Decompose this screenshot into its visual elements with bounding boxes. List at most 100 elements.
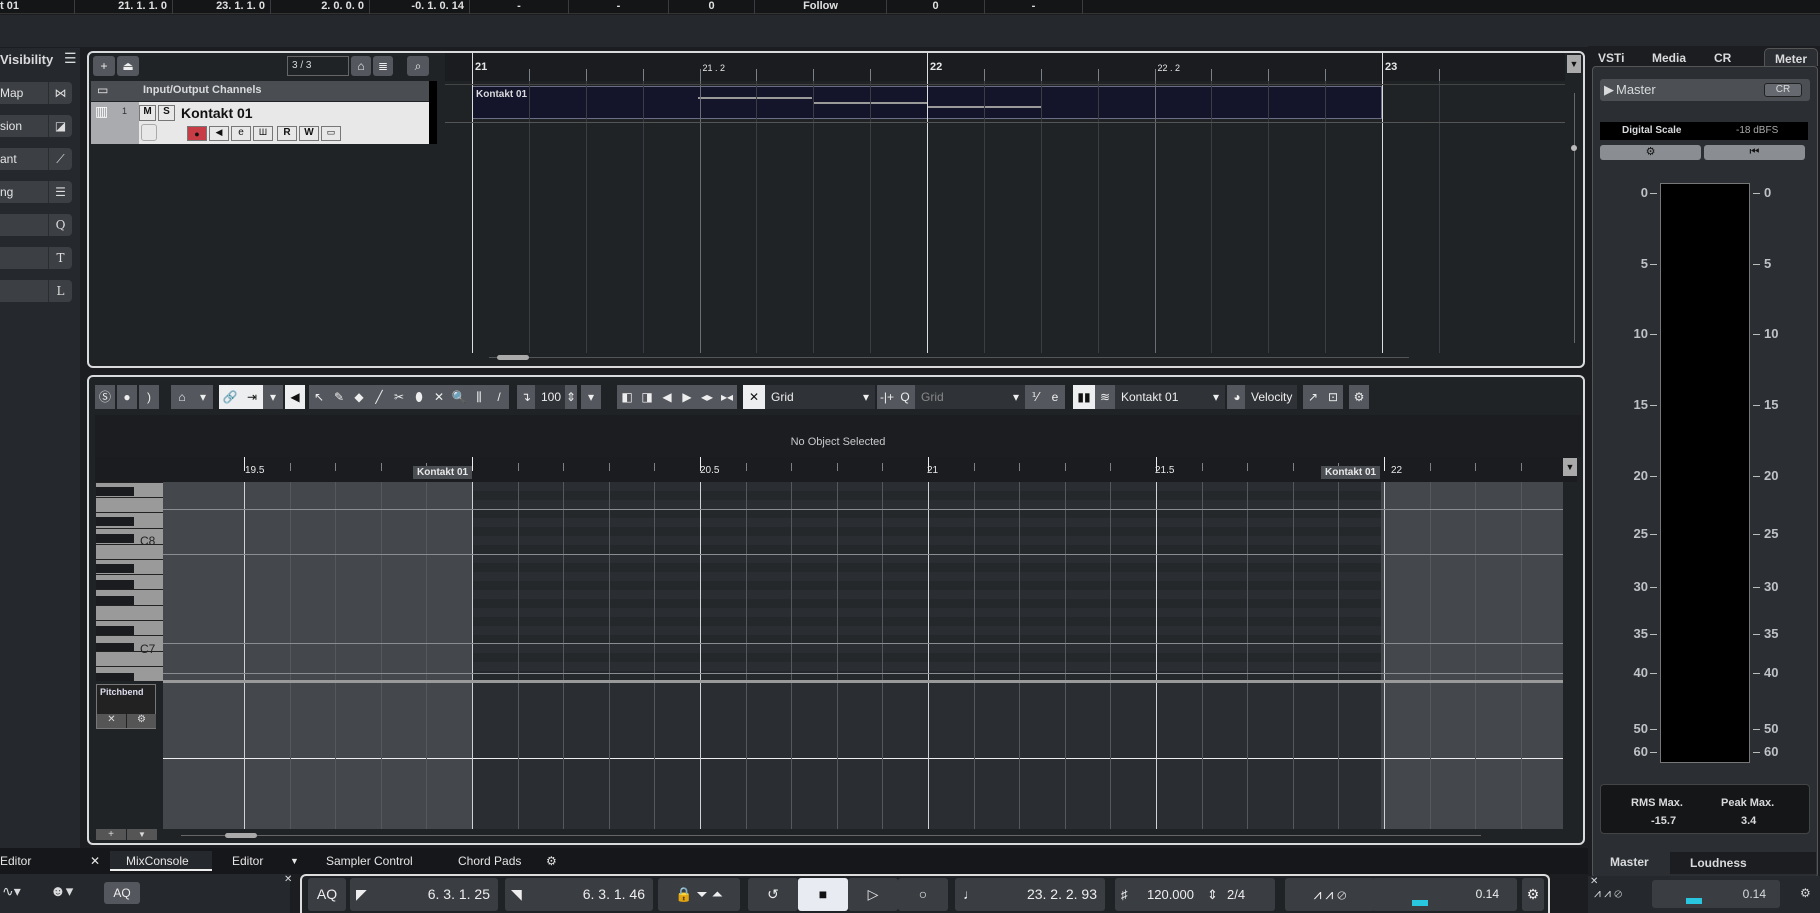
- play-button[interactable]: ▷: [848, 878, 898, 911]
- speaker-icon[interactable]: ◀: [285, 385, 305, 409]
- stepper-icon[interactable]: ⇕: [565, 385, 577, 409]
- black-key[interactable]: [96, 596, 134, 605]
- draw-icon[interactable]: /: [489, 385, 509, 409]
- close-icon[interactable]: ✕: [90, 851, 100, 871]
- velocity-value[interactable]: 100: [535, 385, 565, 409]
- master-selector[interactable]: ▶ Master CR: [1600, 79, 1810, 101]
- record-enable-button[interactable]: ●: [187, 126, 207, 141]
- trim-icon[interactable]: ⫼: [469, 385, 489, 409]
- tab-media[interactable]: Media: [1652, 51, 1686, 65]
- tempo-display[interactable]: ♯ 120.000 ⇕ 2/4: [1115, 878, 1275, 911]
- velocity-icon[interactable]: ↴: [517, 385, 535, 409]
- read-automation-button[interactable]: R: [277, 126, 297, 141]
- part-start-label[interactable]: Kontakt 01: [413, 466, 473, 479]
- controller-select[interactable]: Velocity: [1245, 385, 1297, 409]
- reset-meter-button[interactable]: ⏮: [1704, 145, 1805, 160]
- scissors-icon[interactable]: ✂: [389, 385, 409, 409]
- close-icon[interactable]: ✕: [284, 874, 292, 885]
- visibility-item[interactable]: ng ☰: [0, 181, 72, 203]
- grow-icon[interactable]: ▸◂: [717, 385, 737, 409]
- metronome-buttons[interactable]: ⩘ ⩘ ⊘: [1285, 878, 1375, 911]
- palette-icon[interactable]: ☻▾: [50, 882, 73, 900]
- mute-icon[interactable]: ✕: [429, 385, 449, 409]
- q-letter-icon[interactable]: Q: [48, 214, 72, 236]
- punch-buttons[interactable]: 🔒 ⏷ ⏶: [658, 878, 740, 911]
- t-letter-icon[interactable]: T: [48, 247, 72, 269]
- visibility-item[interactable]: ant ⟋: [0, 148, 72, 170]
- tab-vsti[interactable]: VSTi: [1598, 51, 1624, 65]
- editor-ruler[interactable]: 19.5 20.5 21 21.5 22 Kontakt 01 Kontakt 01: [95, 457, 1577, 482]
- waveform-icon[interactable]: ∿▾: [2, 883, 21, 900]
- instrument-track[interactable]: ▥ 1 M S Kontakt 01 ● ◀ e Ш R W ▭: [91, 102, 436, 144]
- tab-editor-left[interactable]: Editor: [0, 851, 31, 871]
- shrink-icon[interactable]: ◂▸: [697, 385, 717, 409]
- move-left-icon[interactable]: ◀: [657, 385, 677, 409]
- tab-loudness[interactable]: Loudness: [1670, 852, 1816, 874]
- controller-lane-header[interactable]: Pitchbend ✕ ⚙: [96, 684, 156, 729]
- iterative-quantize-icon[interactable]: ⅟: [1025, 385, 1045, 409]
- metronome-icon[interactable]: ⩘ ⩘ ⊘: [1594, 886, 1622, 901]
- vertical-zoom[interactable]: ▼: [1567, 53, 1583, 353]
- acoustic-feedback-button[interactable]: ●: [117, 385, 137, 409]
- chevron-down-icon[interactable]: ▾: [263, 385, 283, 409]
- velocity-lane-icon[interactable]: ◕: [1227, 385, 1247, 409]
- gear-icon[interactable]: ⚙: [1800, 886, 1811, 900]
- lane-selector-icon[interactable]: ✕: [97, 714, 126, 728]
- follow-icon[interactable]: ↗: [1303, 385, 1323, 409]
- record-button[interactable]: ○: [898, 878, 948, 911]
- mute-button[interactable]: M: [139, 105, 156, 121]
- search-icon[interactable]: ⌕: [407, 56, 429, 76]
- layers-icon[interactable]: ≋: [1095, 385, 1115, 409]
- settings-window-icon[interactable]: ⊡: [1323, 385, 1343, 409]
- tab-meter[interactable]: Meter: [1764, 48, 1819, 66]
- nudge-right-icon[interactable]: ◨: [637, 385, 657, 409]
- tab-master[interactable]: Master: [1592, 852, 1670, 872]
- visibility-item[interactable]: Q: [0, 214, 72, 236]
- edit-channel-button[interactable]: e: [231, 126, 251, 141]
- gear-icon[interactable]: ⚙: [546, 851, 557, 871]
- tab-cr[interactable]: CR: [1714, 51, 1731, 65]
- glue-icon[interactable]: ⬮: [409, 385, 429, 409]
- channel-settings-button[interactable]: ▭: [321, 126, 341, 141]
- digital-scale-row[interactable]: Digital Scale -18 dBFS: [1600, 122, 1808, 140]
- snap-spacer[interactable]: -|+: [877, 385, 897, 409]
- visibility-item[interactable]: sion ◪: [0, 115, 72, 137]
- gear-icon[interactable]: ⚙: [127, 714, 156, 728]
- instrument-select[interactable]: Kontakt 01 ▾: [1115, 385, 1225, 409]
- meter-settings-button[interactable]: ⚙: [1600, 145, 1701, 160]
- solo-editor-button[interactable]: Ⓢ: [95, 385, 115, 409]
- quantize-settings-icon[interactable]: e: [1045, 385, 1065, 409]
- controller-lane[interactable]: [163, 683, 1563, 829]
- black-key[interactable]: [96, 534, 134, 543]
- cr-button[interactable]: CR: [1764, 83, 1802, 97]
- solo-button[interactable]: S: [158, 105, 175, 121]
- folder-track[interactable]: ▭ Input/Output Channels: [91, 81, 436, 101]
- right-locator[interactable]: ◥ 6. 3. 1. 46: [505, 878, 653, 911]
- tab-editor[interactable]: Editor: [232, 851, 263, 871]
- chevron-down-icon[interactable]: ▾: [193, 385, 213, 409]
- snap-icon[interactable]: ⇥: [241, 385, 263, 409]
- left-locator[interactable]: ◤ 6. 3. 1. 25: [350, 878, 498, 911]
- bowtie-icon[interactable]: ⋈: [48, 82, 72, 104]
- hamburger-icon[interactable]: ☰: [64, 50, 77, 67]
- black-key[interactable]: [96, 517, 134, 526]
- scroll-thumb[interactable]: [497, 355, 529, 360]
- visibility-item[interactable]: Map ⋈: [0, 82, 72, 104]
- cycle-button[interactable]: ↺: [748, 878, 798, 911]
- horizontal-scrollbar[interactable]: [489, 357, 1409, 358]
- gear-icon[interactable]: ⚙: [1349, 385, 1369, 409]
- list-icon[interactable]: ≣: [373, 56, 393, 76]
- add-track-button[interactable]: +: [93, 56, 115, 76]
- tab-sampler-control[interactable]: Sampler Control: [326, 851, 413, 871]
- zoom-icon[interactable]: 🔍: [449, 385, 469, 409]
- black-key[interactable]: [96, 673, 134, 681]
- home-icon[interactable]: ⌂: [351, 56, 371, 76]
- lane-presets-button[interactable]: ▼: [127, 829, 157, 840]
- tab-chord-pads[interactable]: Chord Pads: [458, 851, 521, 871]
- move-right-icon[interactable]: ▶: [677, 385, 697, 409]
- editor-scroll-thumb[interactable]: [225, 833, 257, 838]
- stop-button[interactable]: ■: [798, 878, 848, 911]
- monitor-button[interactable]: ◀: [209, 126, 229, 141]
- l-letter-icon[interactable]: L: [48, 280, 72, 302]
- line-icon[interactable]: ╱: [369, 385, 389, 409]
